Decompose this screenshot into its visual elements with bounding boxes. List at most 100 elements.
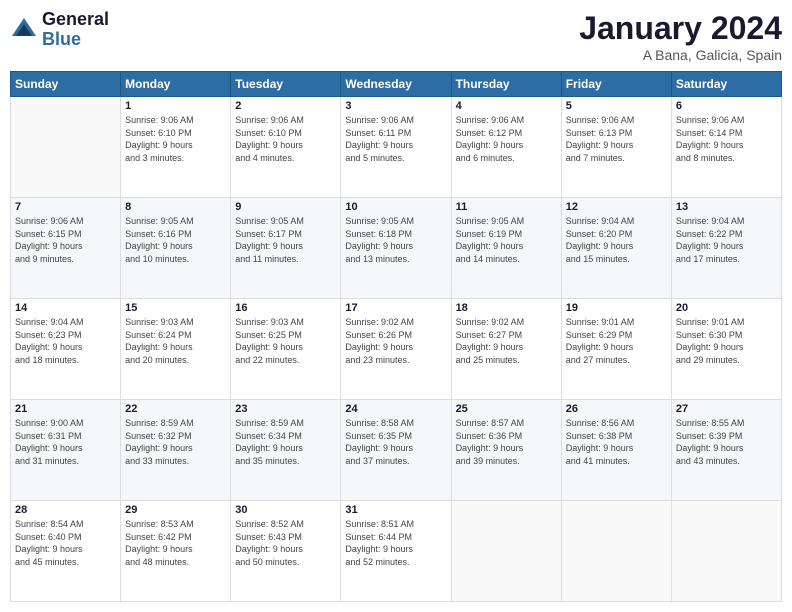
day-number: 8 xyxy=(125,201,226,213)
day-info: Sunrise: 8:59 AMSunset: 6:32 PMDaylight:… xyxy=(125,417,226,467)
weekday-header-cell: Wednesday xyxy=(341,72,451,97)
calendar-day-cell xyxy=(561,501,671,602)
day-number: 1 xyxy=(125,100,226,112)
calendar-day-cell: 17 Sunrise: 9:02 AMSunset: 6:26 PMDayligh… xyxy=(341,299,451,400)
day-number: 9 xyxy=(235,201,336,213)
calendar-day-cell: 24Sunrise: 8:58 AMSunset: 6:35 PMDayligh… xyxy=(341,400,451,501)
day-info: Sunrise: 8:55 AMSunset: 6:39 PMDaylight:… xyxy=(676,417,777,467)
day-number: 30 xyxy=(235,504,336,516)
day-number: 6 xyxy=(676,100,777,112)
day-info: Sunrise: 9:03 AMSunset: 6:25 PMDaylight:… xyxy=(235,316,336,366)
calendar-day-cell: 4 Sunrise: 9:06 AMSunset: 6:12 PMDaylight… xyxy=(451,97,561,198)
month-title: January 2024 xyxy=(579,10,782,47)
logo-general: General xyxy=(42,10,109,30)
day-number: 25 xyxy=(456,403,557,415)
calendar-week-row: 28Sunrise: 8:54 AMSunset: 6:40 PMDayligh… xyxy=(11,501,782,602)
day-number: 15 xyxy=(125,302,226,314)
calendar-day-cell: 6Sunrise: 9:06 AMSunset: 6:14 PMDaylight… xyxy=(671,97,781,198)
calendar-day-cell: 23 Sunrise: 8:59 AMSunset: 6:34 PMDayligh… xyxy=(231,400,341,501)
day-info: Sunrise: 8:53 AMSunset: 6:42 PMDaylight:… xyxy=(125,518,226,568)
day-info: Sunrise: 9:06 AMSunset: 6:12 PMDaylight:… xyxy=(456,114,557,164)
calendar-week-row: 14Sunrise: 9:04 AMSunset: 6:23 PMDayligh… xyxy=(11,299,782,400)
day-info: Sunrise: 9:05 AMSunset: 6:17 PMDaylight:… xyxy=(235,215,336,265)
day-number: 21 xyxy=(15,403,116,415)
calendar-day-cell: 7 Sunrise: 9:06 AMSunset: 6:15 PMDaylight… xyxy=(11,198,121,299)
day-info: Sunrise: 9:03 AMSunset: 6:24 PMDaylight:… xyxy=(125,316,226,366)
day-info: Sunrise: 8:59 AMSunset: 6:34 PMDaylight:… xyxy=(235,417,336,467)
day-number: 4 xyxy=(456,100,557,112)
day-number: 23 xyxy=(235,403,336,415)
day-info: Sunrise: 9:00 AMSunset: 6:31 PMDaylight:… xyxy=(15,417,116,467)
day-number: 2 xyxy=(235,100,336,112)
weekday-header-cell: Sunday xyxy=(11,72,121,97)
day-number: 5 xyxy=(566,100,667,112)
calendar-day-cell: 12Sunrise: 9:04 AMSunset: 6:20 PMDayligh… xyxy=(561,198,671,299)
day-info: Sunrise: 8:57 AMSunset: 6:36 PMDaylight:… xyxy=(456,417,557,467)
calendar-day-cell: 30 Sunrise: 8:52 AMSunset: 6:43 PMDayligh… xyxy=(231,501,341,602)
day-info: Sunrise: 9:04 AMSunset: 6:23 PMDaylight:… xyxy=(15,316,116,366)
day-info: Sunrise: 9:05 AMSunset: 6:16 PMDaylight:… xyxy=(125,215,226,265)
logo-icon xyxy=(10,16,38,44)
day-number: 24 xyxy=(345,403,446,415)
day-info: Sunrise: 9:02 AMSunset: 6:26 PMDaylight:… xyxy=(345,316,446,366)
day-info: Sunrise: 9:01 AMSunset: 6:30 PMDaylight:… xyxy=(676,316,777,366)
day-info: Sunrise: 9:06 AMSunset: 6:13 PMDaylight:… xyxy=(566,114,667,164)
weekday-header-cell: Friday xyxy=(561,72,671,97)
day-info: Sunrise: 9:06 AMSunset: 6:10 PMDaylight:… xyxy=(235,114,336,164)
weekday-header-cell: Monday xyxy=(121,72,231,97)
calendar-day-cell: 31 Sunrise: 8:51 AMSunset: 6:44 PMDayligh… xyxy=(341,501,451,602)
logo-text: General Blue xyxy=(42,10,109,50)
calendar-day-cell: 3Sunrise: 9:06 AMSunset: 6:11 PMDaylight… xyxy=(341,97,451,198)
day-number: 11 xyxy=(456,201,557,213)
day-number: 22 xyxy=(125,403,226,415)
calendar-day-cell: 10 Sunrise: 9:05 AMSunset: 6:18 PMDayligh… xyxy=(341,198,451,299)
day-number: 10 xyxy=(345,201,446,213)
day-info: Sunrise: 9:05 AMSunset: 6:19 PMDaylight:… xyxy=(456,215,557,265)
weekday-header-cell: Tuesday xyxy=(231,72,341,97)
weekday-header-cell: Saturday xyxy=(671,72,781,97)
calendar-day-cell xyxy=(671,501,781,602)
logo-blue: Blue xyxy=(42,30,109,50)
calendar-day-cell: 9 Sunrise: 9:05 AMSunset: 6:17 PMDaylight… xyxy=(231,198,341,299)
day-number: 20 xyxy=(676,302,777,314)
day-info: Sunrise: 8:52 AMSunset: 6:43 PMDaylight:… xyxy=(235,518,336,568)
weekday-header-cell: Thursday xyxy=(451,72,561,97)
calendar-day-cell: 8 Sunrise: 9:05 AMSunset: 6:16 PMDaylight… xyxy=(121,198,231,299)
day-number: 16 xyxy=(235,302,336,314)
calendar-day-cell xyxy=(11,97,121,198)
day-number: 18 xyxy=(456,302,557,314)
day-number: 31 xyxy=(345,504,446,516)
day-number: 19 xyxy=(566,302,667,314)
weekday-header-row: SundayMondayTuesdayWednesdayThursdayFrid… xyxy=(11,72,782,97)
calendar-day-cell: 27Sunrise: 8:55 AMSunset: 6:39 PMDayligh… xyxy=(671,400,781,501)
day-info: Sunrise: 9:01 AMSunset: 6:29 PMDaylight:… xyxy=(566,316,667,366)
day-number: 3 xyxy=(345,100,446,112)
day-info: Sunrise: 9:06 AMSunset: 6:10 PMDaylight:… xyxy=(125,114,226,164)
location-title: A Bana, Galicia, Spain xyxy=(579,47,782,63)
calendar-week-row: 21 Sunrise: 9:00 AMSunset: 6:31 PMDayligh… xyxy=(11,400,782,501)
calendar-day-cell: 20 Sunrise: 9:01 AMSunset: 6:30 PMDayligh… xyxy=(671,299,781,400)
day-info: Sunrise: 9:04 AMSunset: 6:22 PMDaylight:… xyxy=(676,215,777,265)
day-info: Sunrise: 8:54 AMSunset: 6:40 PMDaylight:… xyxy=(15,518,116,568)
title-block: January 2024 A Bana, Galicia, Spain xyxy=(579,10,782,63)
day-number: 12 xyxy=(566,201,667,213)
calendar-day-cell: 21 Sunrise: 9:00 AMSunset: 6:31 PMDayligh… xyxy=(11,400,121,501)
day-info: Sunrise: 9:05 AMSunset: 6:18 PMDaylight:… xyxy=(345,215,446,265)
day-number: 17 xyxy=(345,302,446,314)
day-info: Sunrise: 9:06 AMSunset: 6:15 PMDaylight:… xyxy=(15,215,116,265)
calendar-day-cell: 2 Sunrise: 9:06 AMSunset: 6:10 PMDaylight… xyxy=(231,97,341,198)
calendar-day-cell: 28Sunrise: 8:54 AMSunset: 6:40 PMDayligh… xyxy=(11,501,121,602)
day-number: 7 xyxy=(15,201,116,213)
calendar-day-cell: 19 Sunrise: 9:01 AMSunset: 6:29 PMDayligh… xyxy=(561,299,671,400)
day-number: 29 xyxy=(125,504,226,516)
calendar-week-row: 1 Sunrise: 9:06 AMSunset: 6:10 PMDaylight… xyxy=(11,97,782,198)
calendar-table: SundayMondayTuesdayWednesdayThursdayFrid… xyxy=(10,71,782,602)
calendar-day-cell: 1 Sunrise: 9:06 AMSunset: 6:10 PMDaylight… xyxy=(121,97,231,198)
day-number: 26 xyxy=(566,403,667,415)
day-info: Sunrise: 8:51 AMSunset: 6:44 PMDaylight:… xyxy=(345,518,446,568)
calendar-week-row: 7 Sunrise: 9:06 AMSunset: 6:15 PMDaylight… xyxy=(11,198,782,299)
header: General Blue January 2024 A Bana, Galici… xyxy=(10,10,782,63)
calendar-day-cell xyxy=(451,501,561,602)
calendar-day-cell: 25 Sunrise: 8:57 AMSunset: 6:36 PMDayligh… xyxy=(451,400,561,501)
calendar-day-cell: 15 Sunrise: 9:03 AMSunset: 6:24 PMDayligh… xyxy=(121,299,231,400)
